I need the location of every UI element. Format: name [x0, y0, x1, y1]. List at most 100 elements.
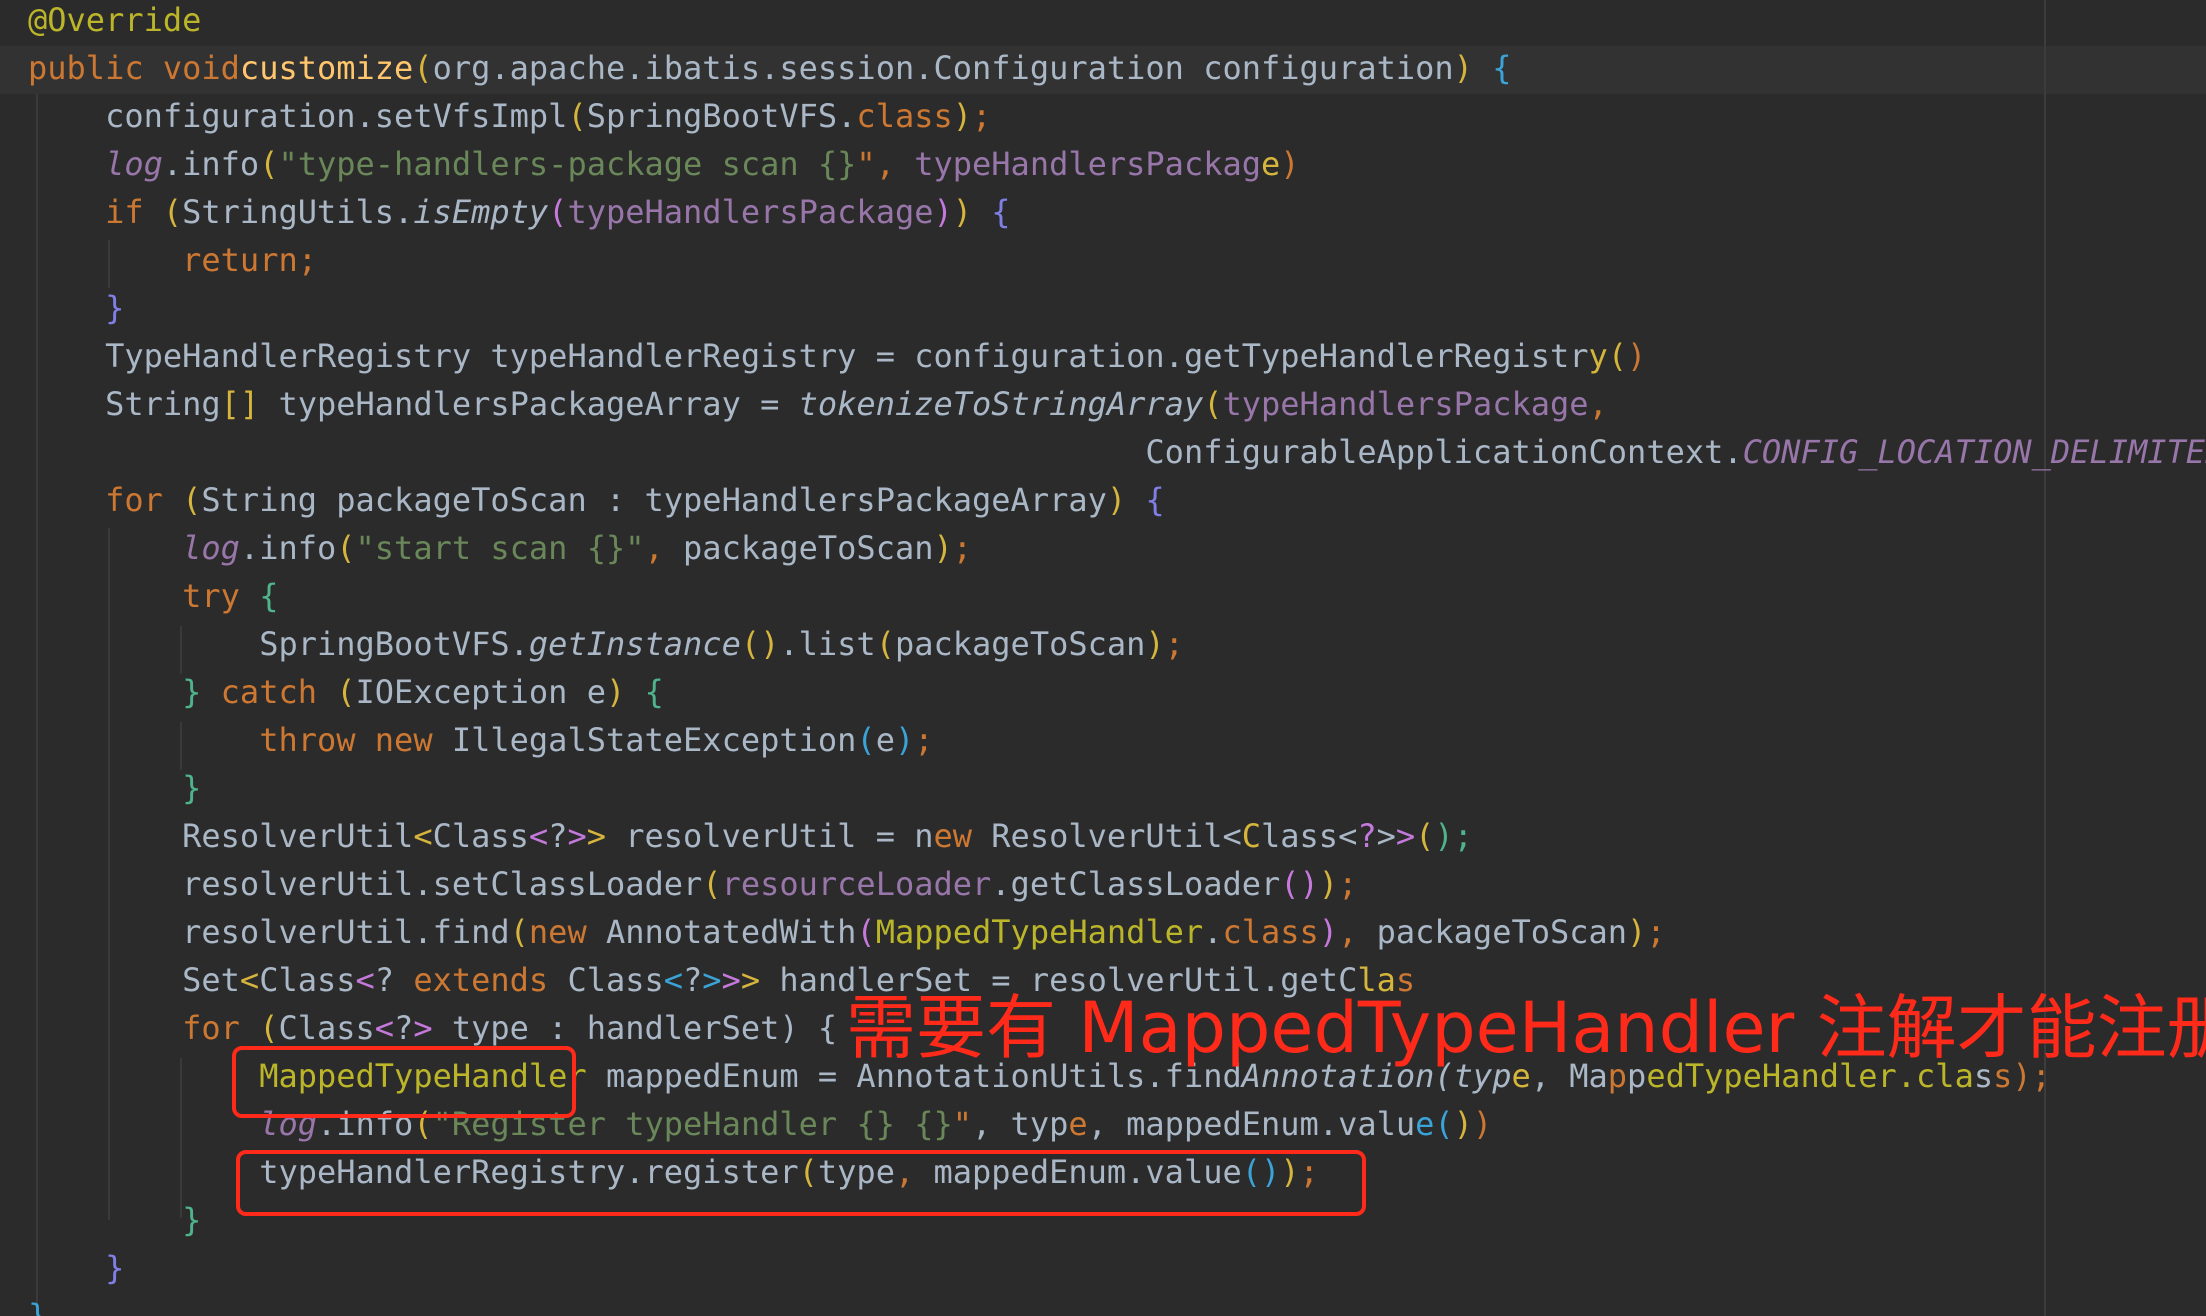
- code-token: C: [1241, 817, 1261, 855]
- code-line-28[interactable]: }: [28, 1292, 47, 1316]
- code-line-7[interactable]: }: [28, 284, 124, 332]
- code-token: ): [894, 721, 915, 759]
- code-token: (: [1203, 385, 1223, 423]
- code-token: }: [28, 1297, 48, 1316]
- code-token: .getClassLoader: [991, 865, 1281, 903]
- code-line-22[interactable]: for (Class<?> type : handlerSet) {: [28, 1004, 837, 1052]
- code-line-3[interactable]: configuration.setVfsImpl(SpringBootVFS.c…: [28, 92, 991, 140]
- code-token: tokenizeToStringArray: [779, 385, 1204, 423]
- code-token: ): [1627, 337, 1647, 375]
- code-token: "start scan {}": [355, 529, 645, 567]
- code-token: packageToScan: [1357, 913, 1628, 951]
- code-token: ): [933, 193, 953, 231]
- code-line-15[interactable]: } catch (IOException e) {: [28, 668, 664, 716]
- code-line-17[interactable]: }: [28, 764, 201, 812]
- code-line-4[interactable]: log.info("type-handlers-package scan {}"…: [28, 140, 1300, 188]
- code-line-13[interactable]: try {: [28, 572, 278, 620]
- code-token: ): [1280, 145, 1300, 183]
- code-token: .list: [779, 625, 876, 663]
- code-token: org.apache.ibatis.session.Configuration …: [432, 49, 1454, 87]
- code-token: (: [259, 1009, 279, 1047]
- code-token: extends: [413, 961, 549, 999]
- code-token: packageToScan: [894, 625, 1146, 663]
- code-line-26[interactable]: }: [28, 1196, 201, 1244]
- code-line-8[interactable]: TypeHandlerRegistry typeHandlerRegistry …: [28, 332, 1646, 380]
- code-token: ,: [644, 529, 664, 567]
- code-token: ): [1472, 1105, 1493, 1143]
- code-token: }: [105, 1249, 125, 1287]
- code-token: ): [1453, 1105, 1473, 1143]
- code-token: ): [1106, 481, 1127, 519]
- code-token: throw new: [259, 721, 433, 759]
- code-line-11[interactable]: for (String packageToScan : typeHandlers…: [28, 476, 1165, 524]
- code-token: ew: [933, 817, 992, 855]
- code-token: new: [528, 913, 587, 951]
- code-line-10[interactable]: ConfigurableApplicationContext.CONFIG_LO…: [28, 428, 2206, 476]
- code-token: <: [413, 817, 433, 855]
- code-token: (: [856, 913, 876, 951]
- code-token: ;: [1646, 913, 1666, 951]
- code-line-14[interactable]: SpringBootVFS.getInstance().list(package…: [28, 620, 1184, 668]
- code-token: configuration.setVfsImpl: [28, 97, 568, 135]
- code-token: try: [182, 577, 240, 615]
- code-line-12[interactable]: log.info("start scan {}", packageToScan)…: [28, 524, 972, 572]
- code-token: >: [413, 1009, 433, 1047]
- code-token: ,: [1588, 385, 1608, 423]
- code-token: SpringBootVFS.: [586, 97, 857, 135]
- code-token: for: [105, 481, 163, 519]
- code-token: (: [548, 193, 568, 231]
- code-token: Class: [278, 1009, 375, 1047]
- code-token: TypeHandlerRegistry typeHandlerRegistry …: [28, 337, 1589, 375]
- code-line-5[interactable]: if (StringUtils.isEmpty(typeHandlersPack…: [28, 188, 1010, 236]
- code-token: ?: [1357, 817, 1377, 855]
- code-token: Class: [548, 961, 664, 999]
- code-line-9[interactable]: String[] typeHandlersPackageArray = toke…: [28, 380, 1608, 428]
- code-token: if: [105, 193, 144, 231]
- code-token: {: [817, 1009, 838, 1047]
- code-token: typeHandlersPackag: [894, 145, 1261, 183]
- code-token: }: [182, 673, 202, 711]
- code-editor[interactable]: @Override public voidcustomize(org.apach…: [0, 0, 2206, 1316]
- code-token: ?: [548, 817, 568, 855]
- code-token: (): [740, 625, 780, 663]
- code-line-19[interactable]: resolverUtil.setClassLoader(resourceLoad…: [28, 860, 1357, 908]
- code-token: {: [259, 577, 279, 615]
- code-token: >: [702, 961, 722, 999]
- code-line-2[interactable]: public voidcustomize(org.apache.ibatis.s…: [28, 44, 1511, 92]
- code-token: .: [1203, 913, 1223, 951]
- code-line-16[interactable]: throw new IllegalStateException(e);: [28, 716, 933, 764]
- code-token: y(: [1588, 337, 1628, 375]
- code-token: ,: [1338, 913, 1358, 951]
- code-token: ResolverUtil<: [991, 817, 1242, 855]
- code-token: ?: [374, 961, 414, 999]
- code-line-20[interactable]: resolverUtil.find(new AnnotatedWith(Mapp…: [28, 908, 1666, 956]
- code-token: IOException e: [355, 673, 606, 711]
- code-token: (: [509, 913, 529, 951]
- code-line-1[interactable]: @Override: [28, 0, 201, 44]
- code-line-18[interactable]: ResolverUtil<Class<?>> resolverUtil = ne…: [28, 812, 1473, 860]
- code-token: e: [1261, 145, 1281, 183]
- code-line-27[interactable]: }: [28, 1244, 124, 1292]
- code-token: resolverUtil.setClassLoader: [28, 865, 703, 903]
- code-line-6[interactable]: return;: [28, 236, 317, 284]
- code-token: >: [721, 961, 741, 999]
- code-token: public void: [28, 49, 240, 87]
- code-token: SpringBootVFS.: [28, 625, 529, 663]
- code-token: Class: [259, 961, 356, 999]
- code-token: ): [1453, 49, 1473, 87]
- code-token: >: [740, 961, 761, 999]
